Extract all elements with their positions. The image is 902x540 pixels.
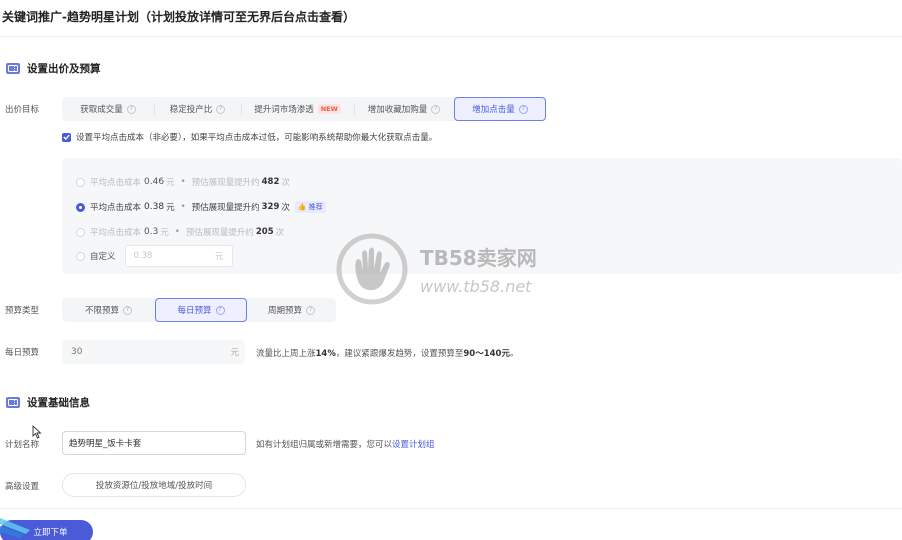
daily-budget-input[interactable]: 30 元 (62, 340, 245, 364)
budget-option-unlimited[interactable]: 不限预算 ? (62, 298, 155, 322)
plan-name-label: 计划名称 (5, 440, 40, 450)
plan-name-hint: 如有计划组归属或新增需要，您可以设置计划组 (256, 440, 435, 450)
avg-cost-checkbox-label: 设置平均点击成本（非必要），如果平均点击成本过低，可能影响系统帮助你最大化获取点… (76, 133, 438, 143)
help-icon[interactable]: ? (123, 305, 132, 315)
help-icon[interactable]: ? (216, 104, 226, 114)
help-icon[interactable]: ? (431, 104, 441, 114)
button-swoosh-decor (0, 518, 30, 538)
help-icon[interactable]: ? (215, 305, 225, 315)
bid-section-title: 设置出价及预算 (27, 63, 101, 75)
budget-hint: 流量比上周上涨14%，建议紧跟爆发趋势，设置预算至90～140元。 (256, 349, 519, 359)
help-icon[interactable]: ? (306, 305, 315, 315)
advanced-settings-button[interactable]: 投放资源位/投放地域/投放时间 (62, 473, 246, 497)
basic-section-heading: 设置基础信息 (6, 395, 90, 410)
ticket-icon (6, 397, 20, 408)
budget-type-label: 预算类型 (5, 306, 40, 316)
recommend-tag: 👍 推荐 (294, 201, 326, 213)
budget-type-segmented: 不限预算 ? 每日预算 ? 周期预算 ? (62, 298, 336, 322)
bid-section-heading: 设置出价及预算 (6, 61, 101, 76)
page-title: 关键词推广-趋势明星计划（计划投放详情可至无界后台点击查看） (2, 10, 355, 24)
radio-selected-icon[interactable] (76, 202, 85, 212)
advanced-settings-label: 高级设置 (5, 482, 40, 492)
radio-icon[interactable] (76, 227, 85, 237)
checkbox-checked-icon[interactable] (62, 132, 71, 142)
thumbs-up-icon: 👍 (297, 203, 307, 211)
title-divider (0, 36, 902, 37)
mouse-cursor-icon (32, 425, 42, 439)
radio-icon[interactable] (76, 251, 85, 261)
basic-section-title: 设置基础信息 (27, 397, 90, 409)
radio-icon[interactable] (76, 177, 85, 187)
daily-budget-label: 每日预算 (5, 348, 40, 358)
help-icon[interactable]: ? (518, 104, 528, 114)
bid-target-label: 出价目标 (5, 105, 40, 115)
set-plan-group-link[interactable]: 设置计划组 (392, 440, 435, 450)
new-badge: NEW (317, 104, 341, 114)
plan-name-input[interactable]: 趋势明星_饭卡卡套 (62, 431, 246, 455)
bid-target-option-orders[interactable]: 获取成交量 ? (62, 97, 154, 121)
bid-target-option-roi[interactable]: 稳定投产比 ? (154, 97, 241, 121)
footer-divider (0, 508, 902, 509)
cost-option-custom[interactable]: 自定义 0.38 元 (76, 245, 233, 267)
cost-option-1[interactable]: 平均点击成本 0.46 元 • 预估展现量提升约 482 次 (76, 176, 290, 188)
bid-target-segmented: 获取成交量 ? 稳定投产比 ? 提升词市场渗透 NEW 增加收藏加购量 ? 增加… (62, 97, 546, 121)
bid-target-option-penetration[interactable]: 提升词市场渗透 NEW (241, 97, 354, 121)
avg-cost-checkbox-row[interactable]: 设置平均点击成本（非必要），如果平均点击成本过低，可能影响系统帮助你最大化获取点… (62, 131, 437, 143)
watermark-url: www.tb58.net (420, 277, 532, 296)
cost-option-3[interactable]: 平均点击成本 0.3 元 • 预估展现量提升约 205 次 (76, 226, 284, 238)
budget-option-daily[interactable]: 每日预算 ? (155, 298, 247, 322)
bid-target-option-favorites[interactable]: 增加收藏加购量 ? (354, 97, 454, 121)
bid-target-option-clicks[interactable]: 增加点击量 ? (454, 97, 546, 121)
budget-option-period[interactable]: 周期预算 ? (247, 298, 336, 322)
cost-option-2[interactable]: 平均点击成本 0.38 元 • 预估展现量提升约 329 次 👍 推荐 (76, 201, 326, 213)
custom-cost-input[interactable]: 0.38 元 (124, 245, 233, 267)
ticket-icon (6, 63, 20, 74)
help-icon[interactable]: ? (126, 104, 136, 114)
